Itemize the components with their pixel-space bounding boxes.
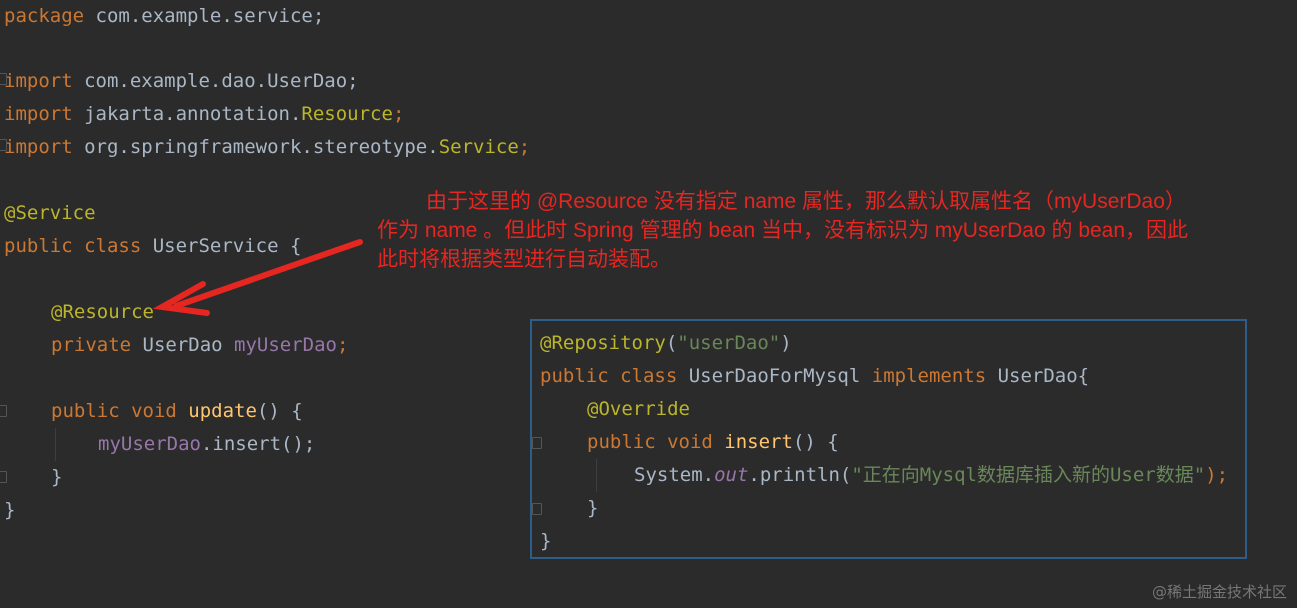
red-arrow-icon (152, 239, 363, 316)
watermark: @稀土掘金技术社区 (1151, 583, 1287, 601)
